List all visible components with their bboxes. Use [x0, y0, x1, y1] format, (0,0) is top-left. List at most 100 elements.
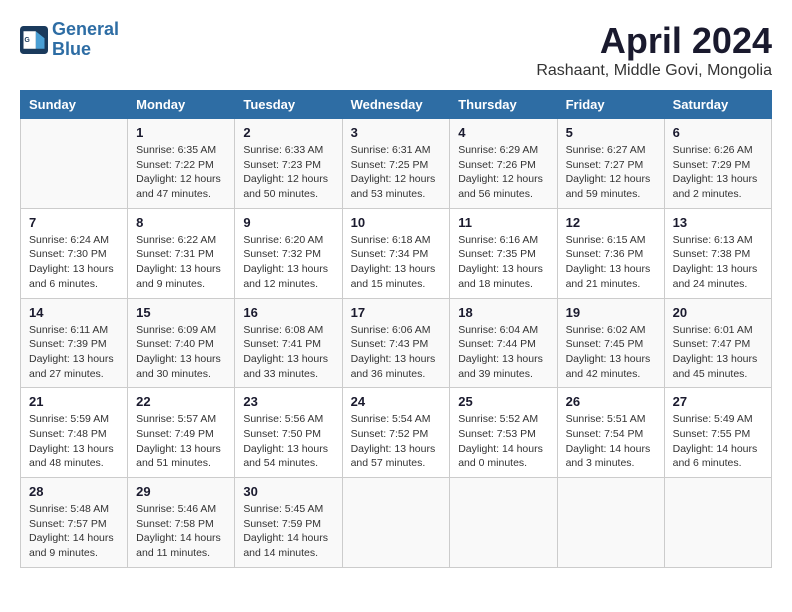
- day-info: Sunrise: 6:22 AM Sunset: 7:31 PM Dayligh…: [136, 233, 226, 292]
- title-block: April 2024 Rashaant, Middle Govi, Mongol…: [536, 20, 772, 80]
- calendar-cell: 25 Sunrise: 5:52 AM Sunset: 7:53 PM Dayli…: [450, 388, 557, 478]
- day-info: Sunrise: 5:48 AM Sunset: 7:57 PM Dayligh…: [29, 502, 119, 561]
- calendar-cell: 12 Sunrise: 6:15 AM Sunset: 7:36 PM Dayli…: [557, 208, 664, 298]
- day-number: 15: [136, 305, 226, 320]
- day-info: Sunrise: 6:20 AM Sunset: 7:32 PM Dayligh…: [243, 233, 333, 292]
- day-info: Sunrise: 5:59 AM Sunset: 7:48 PM Dayligh…: [29, 412, 119, 471]
- day-number: 19: [566, 305, 656, 320]
- day-info: Sunrise: 6:02 AM Sunset: 7:45 PM Dayligh…: [566, 323, 656, 382]
- day-info: Sunrise: 5:51 AM Sunset: 7:54 PM Dayligh…: [566, 412, 656, 471]
- day-info: Sunrise: 5:46 AM Sunset: 7:58 PM Dayligh…: [136, 502, 226, 561]
- calendar-cell: [342, 478, 450, 568]
- day-info: Sunrise: 5:56 AM Sunset: 7:50 PM Dayligh…: [243, 412, 333, 471]
- day-number: 7: [29, 215, 119, 230]
- day-info: Sunrise: 6:04 AM Sunset: 7:44 PM Dayligh…: [458, 323, 548, 382]
- day-info: Sunrise: 6:01 AM Sunset: 7:47 PM Dayligh…: [673, 323, 763, 382]
- page-header: G General Blue April 2024 Rashaant, Midd…: [20, 20, 772, 80]
- day-info: Sunrise: 5:49 AM Sunset: 7:55 PM Dayligh…: [673, 412, 763, 471]
- header-day: Monday: [128, 91, 235, 119]
- day-info: Sunrise: 6:11 AM Sunset: 7:39 PM Dayligh…: [29, 323, 119, 382]
- calendar-week-row: 28 Sunrise: 5:48 AM Sunset: 7:57 PM Dayli…: [21, 478, 772, 568]
- calendar-cell: 6Sunrise: 6:26 AM Sunset: 7:29 PM Daylig…: [664, 119, 771, 209]
- calendar-cell: 28 Sunrise: 5:48 AM Sunset: 7:57 PM Dayli…: [21, 478, 128, 568]
- day-number: 3: [351, 125, 442, 140]
- logo-text-line1: General: [52, 20, 119, 40]
- day-number: 25: [458, 394, 548, 409]
- day-number: 2: [243, 125, 333, 140]
- calendar-cell: 16 Sunrise: 6:08 AM Sunset: 7:41 PM Dayli…: [235, 298, 342, 388]
- day-info: Sunrise: 5:52 AM Sunset: 7:53 PM Dayligh…: [458, 412, 548, 471]
- calendar-cell: 22 Sunrise: 5:57 AM Sunset: 7:49 PM Dayli…: [128, 388, 235, 478]
- calendar-cell: [450, 478, 557, 568]
- day-number: 10: [351, 215, 442, 230]
- day-number: 16: [243, 305, 333, 320]
- subtitle: Rashaant, Middle Govi, Mongolia: [536, 62, 772, 80]
- day-info: Sunrise: 6:29 AM Sunset: 7:26 PM Dayligh…: [458, 143, 548, 202]
- day-number: 24: [351, 394, 442, 409]
- day-number: 30: [243, 484, 333, 499]
- calendar-cell: 5 Sunrise: 6:27 AM Sunset: 7:27 PM Daylig…: [557, 119, 664, 209]
- header-day: Saturday: [664, 91, 771, 119]
- calendar-cell: 9 Sunrise: 6:20 AM Sunset: 7:32 PM Daylig…: [235, 208, 342, 298]
- day-number: 21: [29, 394, 119, 409]
- day-number: 23: [243, 394, 333, 409]
- calendar-cell: 8 Sunrise: 6:22 AM Sunset: 7:31 PM Daylig…: [128, 208, 235, 298]
- calendar-week-row: 21 Sunrise: 5:59 AM Sunset: 7:48 PM Dayli…: [21, 388, 772, 478]
- calendar-cell: 13Sunrise: 6:13 AM Sunset: 7:38 PM Dayli…: [664, 208, 771, 298]
- day-number: 18: [458, 305, 548, 320]
- calendar-header-row: SundayMondayTuesdayWednesdayThursdayFrid…: [21, 91, 772, 119]
- day-info: Sunrise: 6:35 AM Sunset: 7:22 PM Dayligh…: [136, 143, 226, 202]
- calendar-cell: 7Sunrise: 6:24 AM Sunset: 7:30 PM Daylig…: [21, 208, 128, 298]
- day-number: 22: [136, 394, 226, 409]
- logo-icon: G: [20, 26, 48, 54]
- day-number: 8: [136, 215, 226, 230]
- day-number: 26: [566, 394, 656, 409]
- calendar-cell: 10Sunrise: 6:18 AM Sunset: 7:34 PM Dayli…: [342, 208, 450, 298]
- calendar-cell: 24Sunrise: 5:54 AM Sunset: 7:52 PM Dayli…: [342, 388, 450, 478]
- logo: G General Blue: [20, 20, 119, 60]
- day-number: 28: [29, 484, 119, 499]
- calendar-cell: 26 Sunrise: 5:51 AM Sunset: 7:54 PM Dayli…: [557, 388, 664, 478]
- calendar-cell: [557, 478, 664, 568]
- day-info: Sunrise: 6:08 AM Sunset: 7:41 PM Dayligh…: [243, 323, 333, 382]
- day-number: 11: [458, 215, 548, 230]
- logo-text-line2: Blue: [52, 40, 119, 60]
- calendar-week-row: 1 Sunrise: 6:35 AM Sunset: 7:22 PM Daylig…: [21, 119, 772, 209]
- day-number: 12: [566, 215, 656, 230]
- calendar-cell: 2 Sunrise: 6:33 AM Sunset: 7:23 PM Daylig…: [235, 119, 342, 209]
- calendar-week-row: 14Sunrise: 6:11 AM Sunset: 7:39 PM Dayli…: [21, 298, 772, 388]
- day-number: 6: [673, 125, 763, 140]
- calendar-cell: 3 Sunrise: 6:31 AM Sunset: 7:25 PM Daylig…: [342, 119, 450, 209]
- day-number: 13: [673, 215, 763, 230]
- day-info: Sunrise: 6:33 AM Sunset: 7:23 PM Dayligh…: [243, 143, 333, 202]
- day-info: Sunrise: 6:16 AM Sunset: 7:35 PM Dayligh…: [458, 233, 548, 292]
- day-number: 5: [566, 125, 656, 140]
- header-day: Friday: [557, 91, 664, 119]
- calendar-cell: [664, 478, 771, 568]
- day-info: Sunrise: 5:45 AM Sunset: 7:59 PM Dayligh…: [243, 502, 333, 561]
- day-info: Sunrise: 5:57 AM Sunset: 7:49 PM Dayligh…: [136, 412, 226, 471]
- calendar-cell: [21, 119, 128, 209]
- calendar-body: 1 Sunrise: 6:35 AM Sunset: 7:22 PM Daylig…: [21, 119, 772, 568]
- day-info: Sunrise: 6:27 AM Sunset: 7:27 PM Dayligh…: [566, 143, 656, 202]
- calendar-cell: 17Sunrise: 6:06 AM Sunset: 7:43 PM Dayli…: [342, 298, 450, 388]
- day-number: 20: [673, 305, 763, 320]
- day-number: 1: [136, 125, 226, 140]
- day-info: Sunrise: 6:15 AM Sunset: 7:36 PM Dayligh…: [566, 233, 656, 292]
- day-info: Sunrise: 6:09 AM Sunset: 7:40 PM Dayligh…: [136, 323, 226, 382]
- calendar-cell: 30 Sunrise: 5:45 AM Sunset: 7:59 PM Dayli…: [235, 478, 342, 568]
- month-title: April 2024: [536, 20, 772, 62]
- day-number: 4: [458, 125, 548, 140]
- svg-text:G: G: [24, 37, 30, 44]
- calendar-cell: 14Sunrise: 6:11 AM Sunset: 7:39 PM Dayli…: [21, 298, 128, 388]
- day-info: Sunrise: 6:31 AM Sunset: 7:25 PM Dayligh…: [351, 143, 442, 202]
- calendar-cell: 11 Sunrise: 6:16 AM Sunset: 7:35 PM Dayli…: [450, 208, 557, 298]
- calendar-cell: 21 Sunrise: 5:59 AM Sunset: 7:48 PM Dayli…: [21, 388, 128, 478]
- day-number: 27: [673, 394, 763, 409]
- day-info: Sunrise: 6:06 AM Sunset: 7:43 PM Dayligh…: [351, 323, 442, 382]
- calendar-table: SundayMondayTuesdayWednesdayThursdayFrid…: [20, 90, 772, 568]
- day-number: 9: [243, 215, 333, 230]
- day-number: 29: [136, 484, 226, 499]
- calendar-cell: 20 Sunrise: 6:01 AM Sunset: 7:47 PM Dayli…: [664, 298, 771, 388]
- calendar-week-row: 7Sunrise: 6:24 AM Sunset: 7:30 PM Daylig…: [21, 208, 772, 298]
